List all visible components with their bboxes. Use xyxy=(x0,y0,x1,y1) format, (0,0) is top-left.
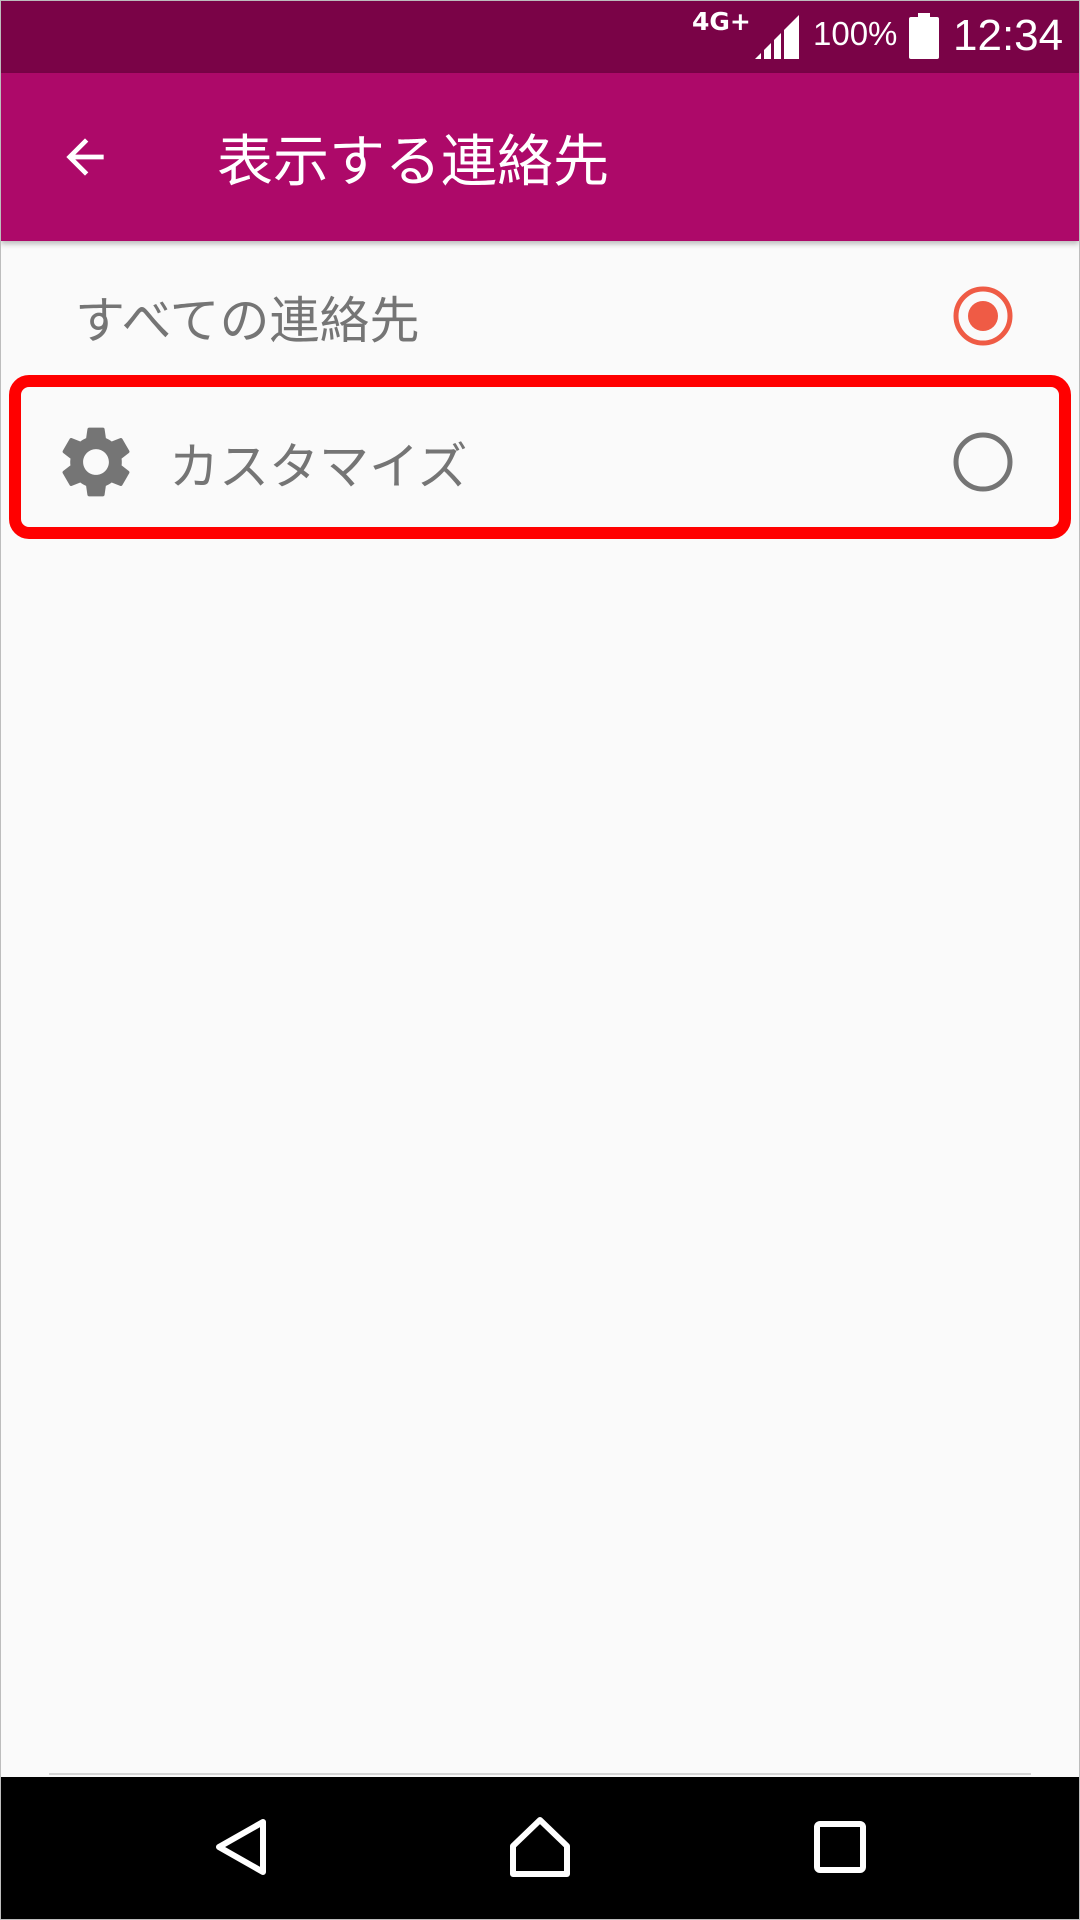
phone-screen: 4G+ 100% 12:34 表示する連絡先 すべての連絡先 カスタマイズ xyxy=(0,0,1080,1920)
battery-icon xyxy=(909,13,939,59)
option-customize[interactable]: カスタマイズ xyxy=(1,389,1079,535)
status-bar: 4G+ 100% 12:34 xyxy=(1,1,1079,73)
clock: 12:34 xyxy=(953,11,1064,60)
back-button[interactable] xyxy=(37,115,133,199)
nav-back-button[interactable] xyxy=(187,1797,297,1897)
arrow-back-icon xyxy=(66,138,104,176)
radio-selected-icon[interactable] xyxy=(952,285,1014,347)
gear-icon xyxy=(62,427,130,497)
signal-icon xyxy=(755,15,799,59)
toolbar: 表示する連絡先 xyxy=(1,73,1079,241)
nav-home-button[interactable] xyxy=(485,1797,595,1897)
option-all-contacts[interactable]: すべての連絡先 xyxy=(1,243,1079,389)
divider xyxy=(49,1773,1031,1775)
option-label: すべての連絡先 xyxy=(75,292,420,350)
home-icon xyxy=(510,1817,570,1877)
option-label: カスタマイズ xyxy=(169,438,468,496)
navigation-bar xyxy=(1,1777,1079,1919)
network-type: 4G+ xyxy=(692,7,751,36)
recents-square-icon xyxy=(814,1821,866,1873)
radio-unselected-icon[interactable] xyxy=(952,431,1014,493)
back-triangle-icon xyxy=(216,1819,266,1875)
nav-recents-button[interactable] xyxy=(785,1797,895,1897)
page-title: 表示する連絡先 xyxy=(217,130,609,195)
battery-percent: 100% xyxy=(813,15,898,52)
